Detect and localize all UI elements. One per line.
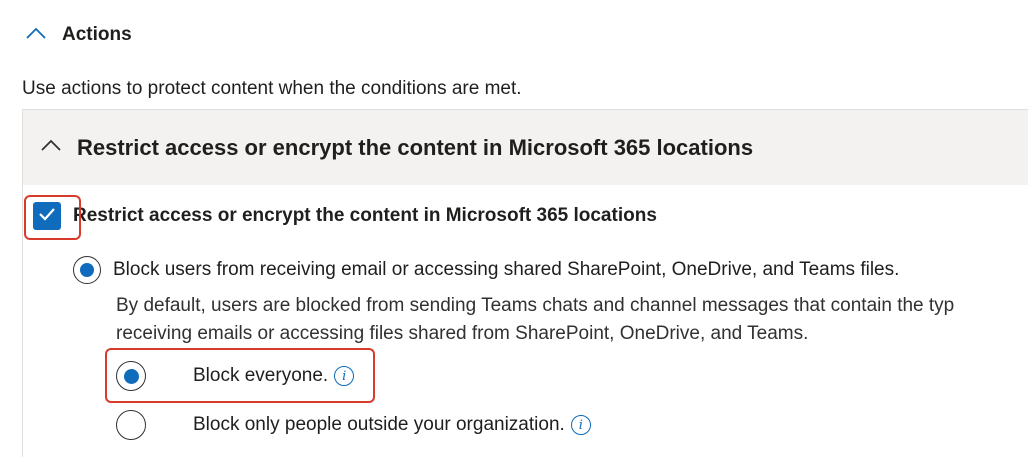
help-text-line-2: receiving emails or accessing files shar…	[116, 323, 809, 344]
block-users-radio-row[interactable]: Block users from receiving email or acce…	[73, 256, 899, 284]
info-icon[interactable]: i	[334, 366, 355, 386]
chevron-up-icon	[24, 25, 48, 46]
block-everyone-radio[interactable]	[116, 361, 146, 391]
panel-title: Restrict access or encrypt the content i…	[77, 134, 754, 160]
block-everyone-label: Block everyone.	[193, 365, 329, 386]
info-icon[interactable]: i	[570, 415, 591, 435]
help-text-line-1: By default, users are blocked from sendi…	[116, 295, 955, 316]
checkmark-icon	[38, 207, 56, 226]
block-outside-label: Block only people outside your organizat…	[193, 414, 565, 435]
chevron-up-icon	[39, 137, 63, 158]
restrict-access-checkbox[interactable]	[33, 202, 61, 230]
block-outside-radio[interactable]	[116, 410, 146, 440]
block-users-radio[interactable]	[73, 256, 101, 284]
block-users-radio-label: Block users from receiving email or acce…	[113, 259, 900, 280]
block-users-help-text: By default, users are blocked from sendi…	[116, 292, 954, 348]
dlp-rule-actions-page: Actions Use actions to protect content w…	[0, 0, 1028, 457]
block-everyone-radio-row[interactable]: Block everyone. i	[116, 361, 355, 391]
block-outside-radio-row[interactable]: Block only people outside your organizat…	[116, 410, 591, 440]
restrict-access-checkbox-row: Restrict access or encrypt the content i…	[33, 202, 657, 230]
restrict-access-checkbox-label: Restrict access or encrypt the content i…	[73, 205, 657, 226]
actions-section-toggle[interactable]: Actions	[24, 20, 132, 50]
actions-section-title: Actions	[62, 24, 132, 45]
restrict-access-panel-header[interactable]: Restrict access or encrypt the content i…	[23, 110, 1028, 185]
actions-description: Use actions to protect content when the …	[22, 78, 522, 99]
